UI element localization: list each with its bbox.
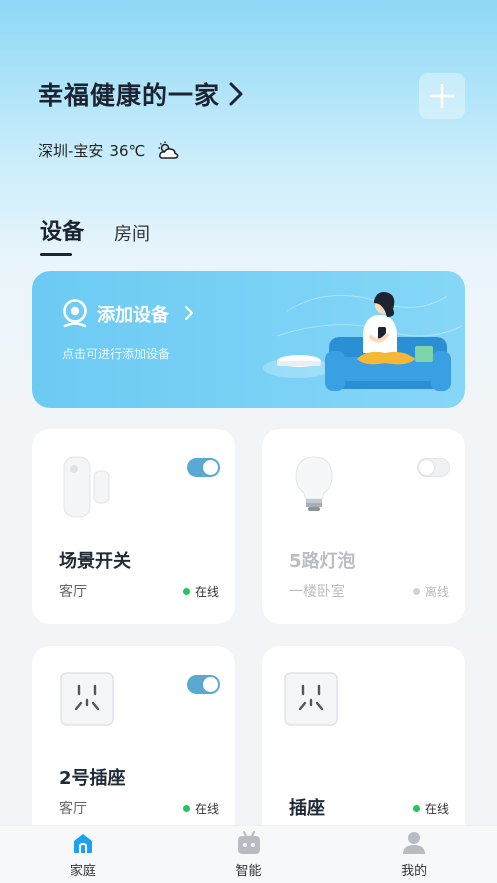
socket-icon	[284, 672, 338, 726]
chevron-right-icon	[185, 306, 193, 320]
add-device-title: 添加设备	[97, 305, 169, 326]
person-on-sofa-illustration	[263, 292, 463, 391]
door-sensor-icon	[63, 456, 110, 518]
socket-icon	[60, 672, 114, 726]
robot-icon	[237, 831, 260, 854]
device-room: 客厅	[59, 801, 87, 817]
weather-info: 深圳-宝安 36℃	[38, 140, 179, 161]
home-title: 幸福健康的一家	[38, 81, 221, 110]
chevron-right-icon	[229, 82, 243, 106]
device-room: 一楼卧室	[289, 584, 345, 600]
tab-me-label: 我的	[401, 864, 428, 879]
location-text: 深圳-宝安	[38, 142, 104, 160]
status-badge: 在线	[182, 800, 219, 817]
status-badge: 离线	[412, 583, 449, 600]
tab-smart[interactable]: 智能	[166, 826, 332, 883]
device-card-socket-2[interactable]: 2号插座 客厅 在线	[32, 646, 235, 841]
add-device-banner[interactable]: 添加设备 点击可进行添加设备	[32, 271, 465, 408]
device-name: 2号插座	[59, 768, 126, 789]
bottom-tab-bar: 家庭 智能 我的	[0, 825, 497, 883]
online-dot	[182, 805, 190, 812]
device-room: 客厅	[59, 584, 87, 600]
device-name: 场景开关	[59, 551, 131, 572]
tab-smart-label: 智能	[235, 864, 262, 879]
plus-icon	[429, 83, 455, 109]
power-toggle[interactable]	[417, 458, 450, 477]
home-icon	[73, 834, 92, 853]
tab-bar-top: 设备 房间	[40, 214, 150, 256]
tab-home[interactable]: 家庭	[0, 826, 166, 883]
user-icon	[403, 832, 426, 854]
device-card-scene-switch[interactable]: 场景开关 客厅 在线	[32, 429, 235, 624]
device-card-bulb[interactable]: 5路灯泡 一楼卧室 离线	[262, 429, 465, 624]
camera-icon	[63, 299, 87, 328]
home-selector[interactable]: 幸福健康的一家	[38, 76, 244, 112]
tab-rooms[interactable]: 房间	[114, 220, 150, 252]
offline-dot	[412, 588, 420, 595]
tab-me[interactable]: 我的	[331, 826, 497, 883]
device-card-socket[interactable]: 插座 在线	[262, 646, 465, 841]
tab-home-label: 家庭	[69, 864, 96, 879]
online-dot	[182, 588, 190, 595]
tab-devices[interactable]: 设备	[40, 214, 84, 256]
add-device-subtitle: 点击可进行添加设备	[62, 347, 171, 361]
device-name: 插座	[289, 798, 325, 819]
partly-cloudy-icon	[158, 141, 179, 159]
status-text: 在线	[194, 585, 219, 599]
status-badge: 在线	[412, 800, 449, 817]
status-text: 离线	[424, 585, 449, 599]
temperature-text: 36℃	[109, 141, 146, 160]
power-toggle[interactable]	[187, 675, 220, 694]
bulb-icon	[295, 456, 333, 511]
status-text: 在线	[424, 802, 449, 816]
status-text: 在线	[194, 802, 219, 816]
device-name: 5路灯泡	[289, 551, 356, 572]
power-toggle[interactable]	[187, 458, 220, 477]
add-button[interactable]	[419, 73, 465, 119]
online-dot	[412, 805, 420, 812]
status-badge: 在线	[182, 583, 219, 600]
